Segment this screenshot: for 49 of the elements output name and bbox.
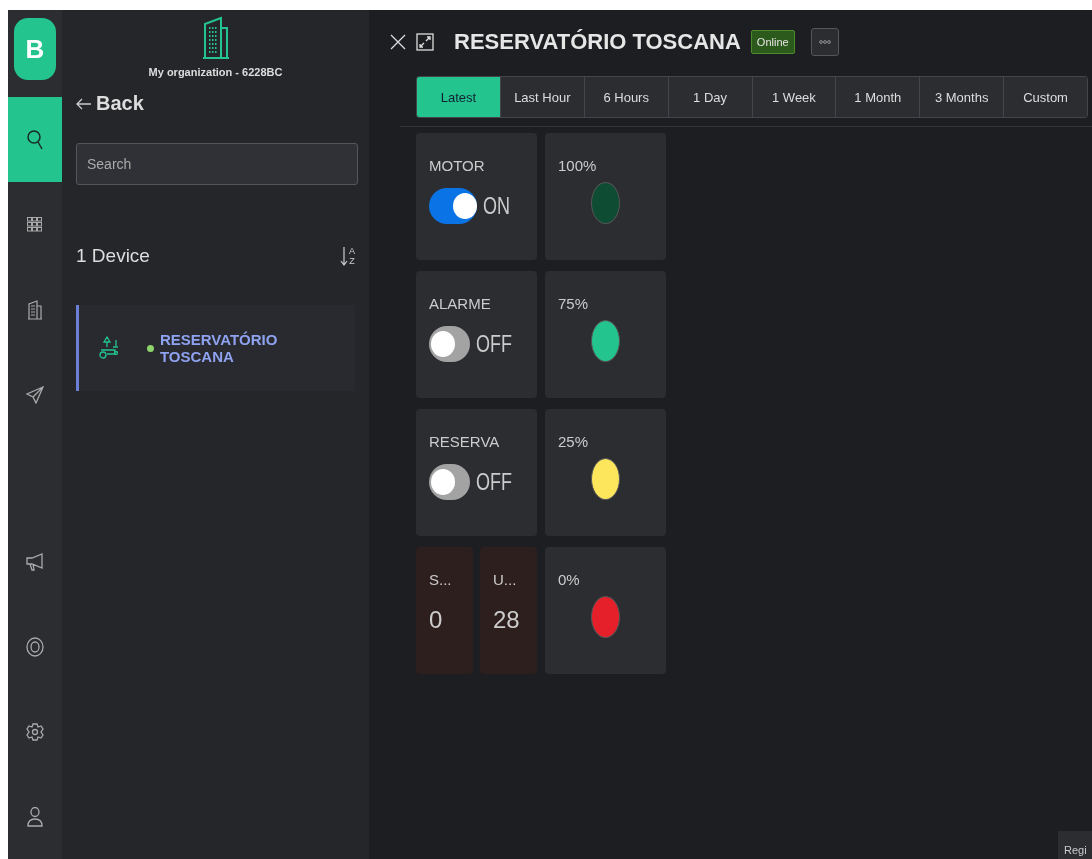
widget-label: MOTOR <box>429 157 486 174</box>
time-range-tab[interactable]: 1 Day <box>667 77 752 117</box>
toggle-switch[interactable] <box>429 464 470 500</box>
corner-button[interactable]: Regi <box>1058 831 1092 859</box>
time-range-tab[interactable]: Latest <box>417 77 500 117</box>
building-icon <box>202 16 229 60</box>
organization-name: My organization - 6228BC <box>148 66 283 78</box>
back-button[interactable]: Back <box>76 92 144 115</box>
device-title: RESERVATÓRIO TOSCANA <box>454 29 741 55</box>
switch-state: OFF <box>476 330 512 358</box>
settings-icon <box>26 722 44 741</box>
close-icon[interactable] <box>390 34 406 50</box>
widget-label: RESERVA <box>429 433 501 450</box>
widget-label: ALARME <box>429 295 492 312</box>
search-icon <box>26 128 44 151</box>
widget-label: 25% <box>558 433 590 450</box>
time-range-tab[interactable]: 6 Hours <box>583 77 668 117</box>
sort-button[interactable]: A Z <box>340 246 355 266</box>
toggle-switch[interactable] <box>429 326 470 362</box>
widget-label: 100% <box>558 157 598 174</box>
expand-icon[interactable] <box>416 33 434 51</box>
time-range-tab[interactable]: 1 Week <box>751 77 836 117</box>
widget-value: 28 <box>493 606 521 634</box>
send-icon <box>26 385 44 404</box>
status-badge: Online <box>750 30 795 54</box>
widget-label: 75% <box>558 295 590 312</box>
user-icon <box>27 806 43 827</box>
back-arrow-icon <box>76 97 92 110</box>
grid-icon <box>27 216 43 233</box>
time-range-tab[interactable]: 1 Month <box>835 77 920 117</box>
device-icon <box>99 336 119 360</box>
building-icon <box>28 299 42 320</box>
device-list-item[interactable]: RESERVATÓRIO TOSCANA <box>76 305 355 391</box>
time-range-tab[interactable]: 3 Months <box>919 77 1004 117</box>
switch-state: ON <box>483 192 510 220</box>
more-icon <box>818 40 831 44</box>
switch-state: OFF <box>476 468 512 496</box>
lifebuoy-icon <box>26 636 44 657</box>
widget-label: U... <box>493 571 518 588</box>
megaphone-icon <box>26 552 44 571</box>
toggle-switch[interactable] <box>429 188 477 224</box>
device-count: 1 Device <box>76 245 150 267</box>
time-range-tab[interactable]: Custom <box>1003 77 1087 117</box>
search-field[interactable]: Search <box>76 143 358 185</box>
widget-label: S... <box>429 571 453 588</box>
widget-value: 0 <box>429 606 444 634</box>
time-range-tab[interactable]: Last Hour <box>499 77 584 117</box>
widget-label: 0% <box>558 571 581 588</box>
more-button[interactable] <box>810 28 839 56</box>
